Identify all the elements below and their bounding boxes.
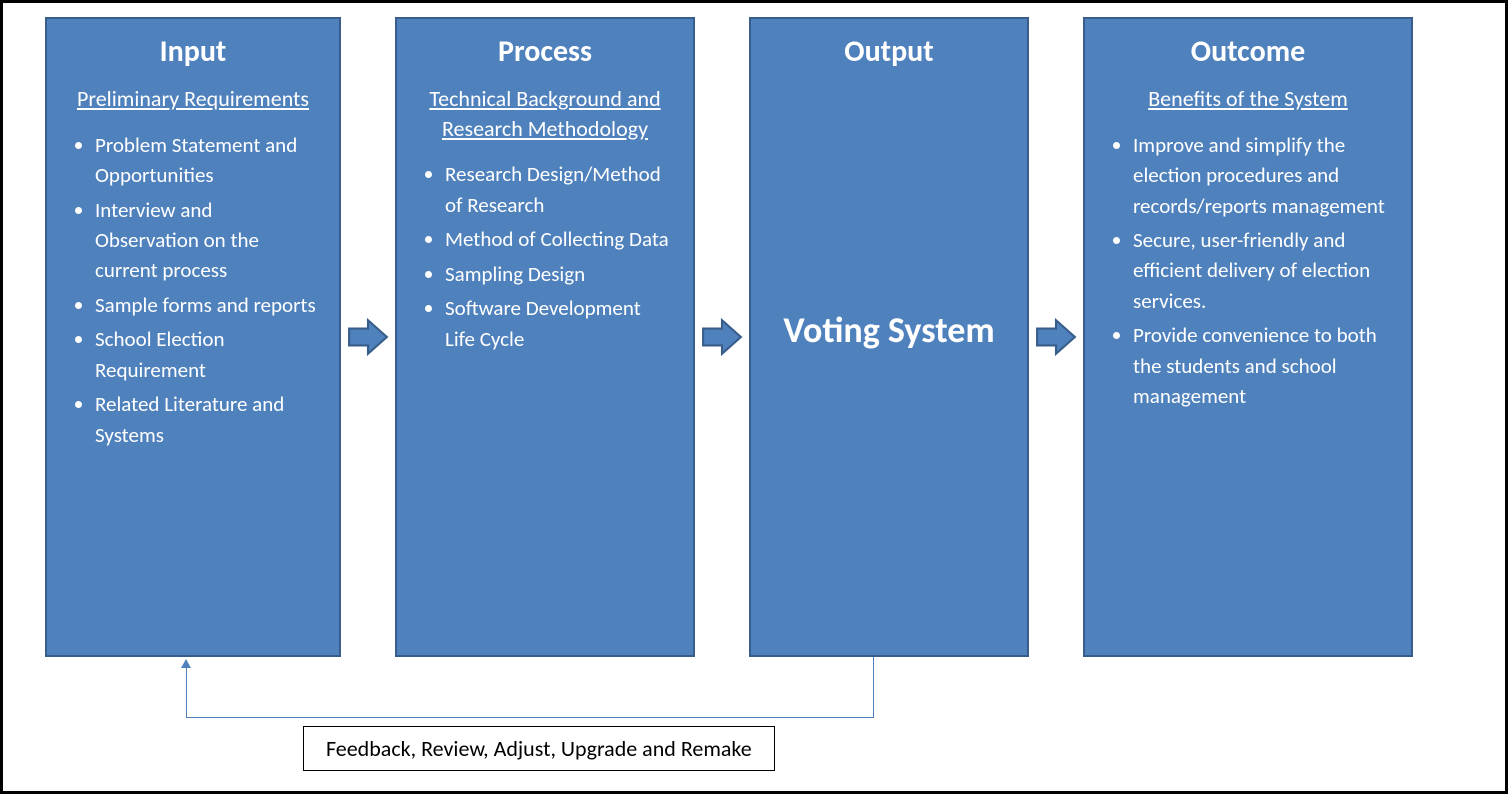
arrow-process-output: [695, 17, 749, 657]
list-item: School Election Requirement: [95, 324, 321, 385]
arrow-output-outcome: [1029, 17, 1083, 657]
list-item: Software Development Life Cycle: [445, 293, 675, 354]
feedback-connector-across: [186, 717, 874, 718]
feedback-arrowhead-icon: [181, 659, 191, 668]
output-title: Output: [769, 33, 1009, 70]
input-list: Problem Statement and Opportunities Inte…: [65, 130, 321, 454]
list-item: Method of Collecting Data: [445, 224, 675, 254]
feedback-connector-up: [186, 667, 187, 717]
feedback-connector-down: [873, 657, 874, 717]
output-center-text: Voting System: [769, 84, 1009, 637]
input-title: Input: [65, 33, 321, 70]
process-title: Process: [415, 33, 675, 70]
boxes-row: Input Preliminary Requirements Problem S…: [3, 3, 1505, 657]
list-item: Improve and simplify the election proced…: [1133, 130, 1393, 221]
outcome-title: Outcome: [1103, 33, 1393, 70]
diagram-frame: Input Preliminary Requirements Problem S…: [0, 0, 1508, 794]
feedback-label: Feedback, Review, Adjust, Upgrade and Re…: [326, 735, 752, 762]
arrow-input-process: [341, 17, 395, 657]
outcome-subtitle: Benefits of the System: [1103, 84, 1393, 114]
list-item: Provide convenience to both the students…: [1133, 320, 1393, 411]
list-item: Problem Statement and Opportunities: [95, 130, 321, 191]
list-item: Research Design/Method of Research: [445, 159, 675, 220]
list-item: Interview and Observation on the current…: [95, 195, 321, 286]
list-item: Sample forms and reports: [95, 290, 321, 320]
outcome-list: Improve and simplify the election proced…: [1103, 130, 1393, 416]
list-item: Sampling Design: [445, 259, 675, 289]
output-box: Output Voting System: [749, 17, 1029, 657]
arrow-right-icon: [347, 316, 389, 358]
input-subtitle: Preliminary Requirements: [65, 84, 321, 114]
arrow-right-icon: [1035, 316, 1077, 358]
process-list: Research Design/Method of Research Metho…: [415, 159, 675, 358]
input-box: Input Preliminary Requirements Problem S…: [45, 17, 341, 657]
outcome-box: Outcome Benefits of the System Improve a…: [1083, 17, 1413, 657]
process-subtitle: Technical Background and Research Method…: [415, 84, 675, 143]
arrow-right-icon: [701, 316, 743, 358]
list-item: Related Literature and Systems: [95, 389, 321, 450]
list-item: Secure, user-friendly and efficient deli…: [1133, 225, 1393, 316]
feedback-label-box: Feedback, Review, Adjust, Upgrade and Re…: [303, 726, 775, 771]
process-box: Process Technical Background and Researc…: [395, 17, 695, 657]
